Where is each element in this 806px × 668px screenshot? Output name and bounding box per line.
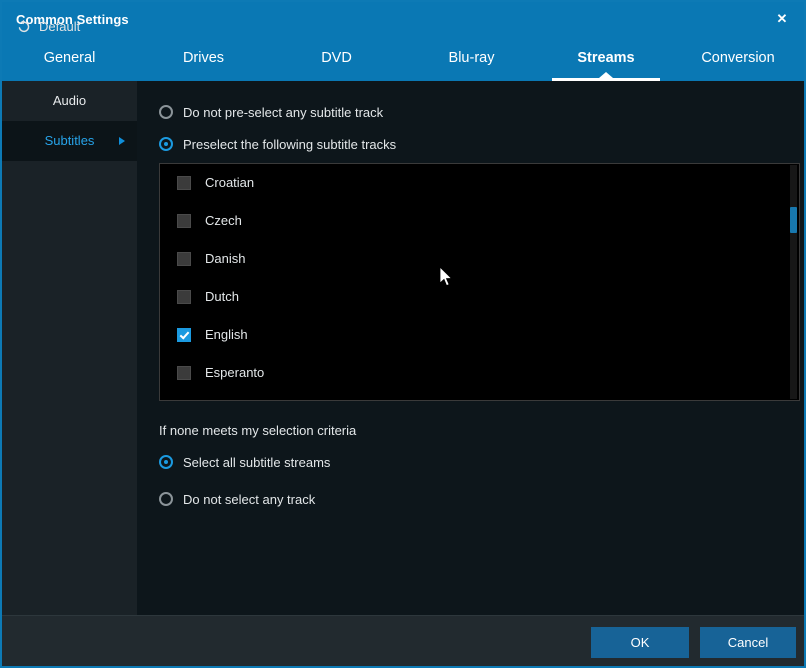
- sidebar-item-label: Subtitles: [44, 133, 95, 148]
- sidebar-item-label: Audio: [52, 93, 87, 108]
- cancel-button[interactable]: Cancel: [700, 627, 796, 658]
- ok-button[interactable]: OK: [591, 627, 689, 658]
- settings-content-pane: Do not pre-select any subtitle track Pre…: [137, 81, 804, 615]
- list-item-label: Dutch: [205, 289, 239, 304]
- scrollbar-thumb[interactable]: [790, 207, 797, 233]
- checkbox-indicator[interactable]: [177, 290, 191, 304]
- list-item-label: Danish: [205, 251, 246, 266]
- list-item-label: Czech: [205, 213, 242, 228]
- default-label: Default: [39, 19, 81, 34]
- subtitle-track-list[interactable]: Croatian Czech Danish Dutch English Espe…: [159, 163, 800, 401]
- sidebar: Audio Subtitles: [2, 81, 137, 615]
- checkbox-indicator[interactable]: [177, 366, 191, 380]
- list-item[interactable]: Esperanto: [160, 354, 799, 392]
- checkbox-indicator[interactable]: [177, 176, 191, 190]
- radio-indicator: [159, 105, 173, 119]
- list-item-label: Croatian: [205, 175, 255, 190]
- tab-label: Blu-ray: [448, 50, 495, 66]
- chevron-right-icon: [119, 137, 125, 145]
- tab-blu-ray[interactable]: Blu-ray: [403, 38, 540, 81]
- radio-indicator: [159, 137, 173, 151]
- checkbox-indicator[interactable]: [177, 252, 191, 266]
- radio-label: Do not pre-select any subtitle track: [183, 105, 384, 120]
- tab-streams[interactable]: Streams: [540, 38, 672, 81]
- tab-label: Streams: [577, 50, 635, 66]
- list-item-label: English: [205, 327, 248, 342]
- radio-label: Preselect the following subtitle tracks: [183, 137, 397, 152]
- tab-label: DVD: [321, 50, 352, 66]
- list-scrollbar[interactable]: [790, 165, 797, 399]
- title-bar: Common Settings ✕: [2, 2, 804, 38]
- radio-indicator: [159, 492, 173, 506]
- fallback-section-label: If none meets my selection criteria: [159, 423, 357, 438]
- list-item[interactable]: Croatian: [160, 164, 799, 202]
- tab-general[interactable]: General: [2, 38, 137, 81]
- radio-indicator: [159, 455, 173, 469]
- sidebar-item-audio[interactable]: Audio: [2, 81, 137, 121]
- list-item-label: Esperanto: [205, 365, 265, 380]
- common-settings-window: Common Settings ✕ General Drives DVD Blu…: [0, 0, 806, 668]
- tab-drives[interactable]: Drives: [137, 38, 270, 81]
- reset-icon: [18, 19, 30, 33]
- list-item[interactable]: English: [160, 316, 799, 354]
- tab-label: Drives: [182, 50, 225, 66]
- sidebar-item-subtitles[interactable]: Subtitles: [2, 121, 137, 161]
- tab-bar: General Drives DVD Blu-ray Streams Conve…: [2, 38, 804, 81]
- tab-label: General: [43, 50, 96, 66]
- list-item[interactable]: Dutch: [160, 278, 799, 316]
- checkbox-indicator[interactable]: [177, 214, 191, 228]
- close-icon[interactable]: ✕: [768, 6, 796, 32]
- radio-label: Select all subtitle streams: [183, 455, 331, 470]
- active-tab-notch: [599, 72, 613, 78]
- list-item[interactable]: Danish: [160, 240, 799, 278]
- tab-label: Conversion: [701, 50, 775, 66]
- checkbox-indicator[interactable]: [177, 328, 191, 342]
- list-item[interactable]: Czech: [160, 202, 799, 240]
- tab-conversion[interactable]: Conversion: [672, 38, 804, 81]
- tab-dvd[interactable]: DVD: [270, 38, 403, 81]
- radio-label: Do not select any track: [183, 492, 316, 507]
